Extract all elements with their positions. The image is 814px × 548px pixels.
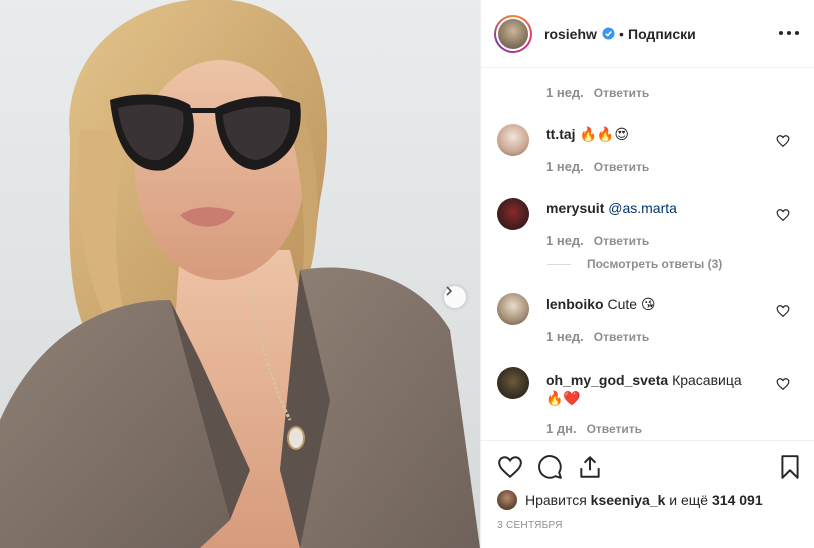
comment-age: 1 нед. bbox=[546, 85, 584, 100]
liker-avatar[interactable] bbox=[497, 490, 517, 510]
post-photo bbox=[0, 0, 480, 548]
reply-button[interactable]: Ответить bbox=[594, 330, 649, 344]
chevron-right-icon bbox=[446, 286, 453, 296]
comment-icon[interactable] bbox=[537, 454, 563, 480]
comment-body: 🔥🔥😍 bbox=[579, 126, 629, 142]
photo-illustration bbox=[0, 0, 480, 548]
comment-like-icon[interactable] bbox=[776, 208, 790, 222]
comment-like-icon[interactable] bbox=[776, 304, 790, 318]
comment-meta: 1 нед. Ответить bbox=[546, 233, 649, 248]
comment-meta: 1 нед. Ответить bbox=[546, 85, 649, 100]
comment-meta: 1 дн. Ответить bbox=[546, 421, 642, 436]
view-replies-label: Посмотреть ответы (3) bbox=[587, 257, 723, 271]
liker-username[interactable]: kseeniya_k bbox=[591, 492, 666, 508]
comment-age: 1 нед. bbox=[546, 159, 584, 174]
author-avatar[interactable] bbox=[494, 15, 532, 53]
comment-body: Красавица bbox=[672, 372, 742, 388]
comment-text: merysuit @as.marta bbox=[546, 199, 766, 217]
commenter-username[interactable]: merysuit bbox=[546, 200, 604, 216]
comment-mention[interactable]: @as.marta bbox=[608, 200, 677, 216]
comment-body: Cute 😘 bbox=[607, 296, 656, 312]
comment-like-icon[interactable] bbox=[776, 377, 790, 391]
commenter-avatar[interactable] bbox=[497, 293, 529, 325]
comment-age: 1 нед. bbox=[546, 233, 584, 248]
reply-button[interactable]: Ответить bbox=[594, 86, 649, 100]
bookmark-icon[interactable] bbox=[777, 454, 803, 480]
share-icon[interactable] bbox=[577, 454, 603, 480]
commenter-username[interactable]: tt.taj bbox=[546, 126, 576, 142]
post-actions: Нравится kseeniya_k и ещё 314 091 3 СЕНТ… bbox=[481, 440, 814, 548]
commenter-avatar[interactable] bbox=[497, 198, 529, 230]
comment-text: tt.taj 🔥🔥😍 bbox=[546, 125, 766, 143]
likes-middle: и ещё bbox=[669, 492, 709, 508]
commenter-avatar[interactable] bbox=[497, 367, 529, 399]
comment-age: 1 нед. bbox=[546, 329, 584, 344]
comment-meta: 1 нед. Ответить bbox=[546, 159, 649, 174]
post-date[interactable]: 3 СЕНТЯБРЯ bbox=[497, 520, 563, 531]
likes-prefix: Нравится bbox=[525, 492, 587, 508]
author-username[interactable]: rosiehw bbox=[544, 26, 597, 42]
reply-button[interactable]: Ответить bbox=[587, 422, 642, 436]
comment-text: oh_my_god_sveta Красавица 🔥❤️ bbox=[546, 371, 766, 407]
comment-meta: 1 нед. Ответить bbox=[546, 329, 649, 344]
post-panel: rosiehw • Подписки 1 нед. Ответить tt.taj… bbox=[480, 0, 814, 548]
likes-summary: Нравится kseeniya_k и ещё 314 091 bbox=[497, 490, 763, 510]
likes-count[interactable]: 314 091 bbox=[712, 492, 763, 508]
post-header: rosiehw • Подписки bbox=[481, 0, 814, 68]
following-button[interactable]: Подписки bbox=[628, 26, 696, 42]
comment-age: 1 дн. bbox=[546, 421, 577, 436]
comment-body-emoji: 🔥❤️ bbox=[546, 390, 581, 406]
comment-like-icon[interactable] bbox=[776, 134, 790, 148]
reply-button[interactable]: Ответить bbox=[594, 160, 649, 174]
view-replies-button[interactable]: Посмотреть ответы (3) bbox=[547, 257, 722, 271]
heart-icon[interactable] bbox=[497, 454, 523, 480]
commenter-avatar[interactable] bbox=[497, 124, 529, 156]
more-options-icon[interactable] bbox=[779, 27, 799, 39]
next-photo-button[interactable] bbox=[444, 286, 466, 308]
commenter-username[interactable]: lenboiko bbox=[546, 296, 604, 312]
comments-list: 1 нед. Ответить tt.taj 🔥🔥😍 1 нед. Ответить… bbox=[481, 68, 814, 440]
commenter-username[interactable]: oh_my_god_sveta bbox=[546, 372, 668, 388]
separator-dot: • bbox=[619, 26, 624, 42]
verified-icon bbox=[602, 27, 615, 40]
comment-text: lenboiko Cute 😘 bbox=[546, 295, 766, 313]
reply-button[interactable]: Ответить bbox=[594, 234, 649, 248]
